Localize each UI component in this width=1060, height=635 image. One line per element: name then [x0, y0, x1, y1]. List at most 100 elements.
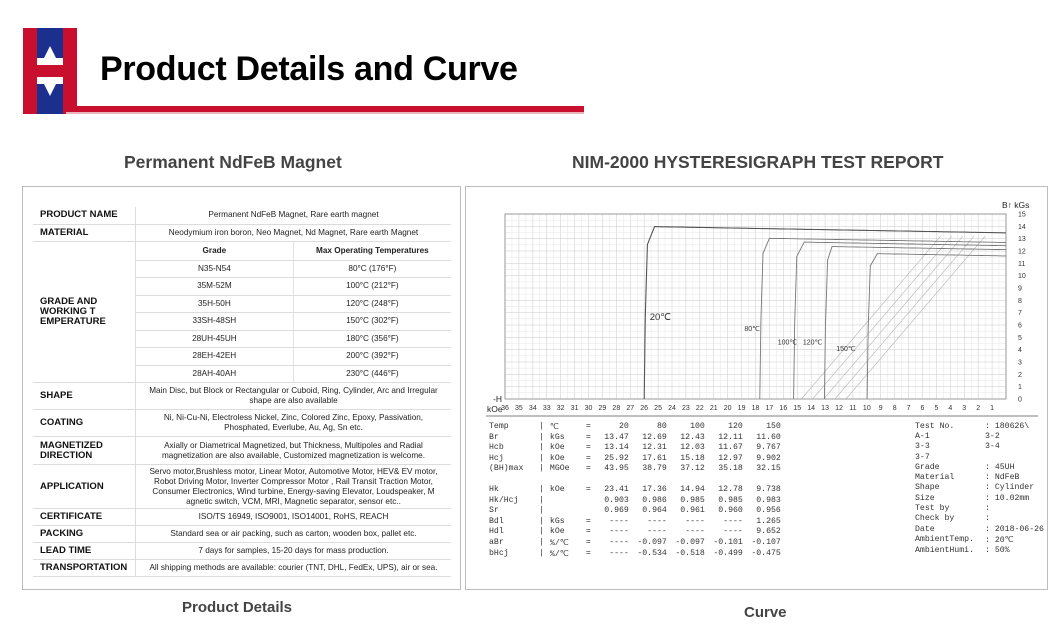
grade-column-header: Grade [135, 241, 294, 261]
report-row: (BH)max | MGOe = 43.95 38.79 37.12 35.18 32.15 [486, 464, 784, 475]
x-tick-label: 17 [766, 405, 774, 412]
x-tick-label: 6 [921, 405, 925, 412]
logo-blue-bottom-left [37, 84, 50, 114]
report-cell [583, 506, 594, 517]
report-cell: 43.95 [604, 464, 629, 474]
product-details-caption: Product Details [182, 599, 293, 616]
info-row: AmbientHumi.: 50% [913, 545, 1046, 555]
spec-label: MATERIAL [33, 224, 136, 242]
report-cell: 15.18 [680, 453, 705, 463]
report-cell: 17.36 [642, 485, 667, 495]
report-cell: | [539, 443, 544, 453]
report-cell: 150 [766, 422, 781, 431]
grade-value: 28AH-40AH [135, 365, 294, 383]
report-cell: Hk [489, 485, 499, 495]
y-tick-label: 3 [1018, 360, 1022, 367]
report-cell: kGs [549, 516, 565, 526]
report-cell: ---- [647, 527, 667, 537]
report-cell: 0.986 [642, 495, 667, 505]
report-cell: 38.79 [642, 464, 667, 474]
x-axis-label-unit: kOe [487, 404, 503, 414]
report-row: Temp | ℃ = 20 80 100 120 150 [486, 421, 784, 432]
y-tick-label: 12 [1018, 249, 1026, 256]
x-tick-label: 7 [907, 405, 911, 412]
spec-label: PACKING [33, 525, 136, 543]
spec-label: SHAPE [33, 382, 136, 410]
report-row: bHcj | %/℃ = ---- -0.534 -0.518 -0.499 -0.475 [486, 548, 784, 559]
report-cell: = [585, 549, 591, 558]
x-tick-label: 4 [948, 405, 952, 412]
report-cell: 0.964 [642, 506, 667, 516]
info-label: 3-3 [915, 442, 930, 452]
info-label: Size [915, 493, 935, 503]
y-tick-label: 8 [1018, 298, 1022, 305]
y-tick-label: 4 [1018, 347, 1022, 354]
report-cell: 0.969 [604, 506, 629, 516]
title-underline-shadow [66, 112, 584, 114]
temp-value: 230°C (446°F) [293, 365, 451, 383]
report-row: Br | kGs = 13.47 12.69 12.43 12.11 11.60 [486, 432, 784, 443]
report-cell [547, 474, 583, 485]
spec-row: LEAD TIME 7 days for samples, 15-20 days … [33, 542, 451, 560]
report-cell: ---- [609, 516, 629, 526]
spec-value: All shipping methods are available: cour… [135, 559, 451, 577]
info-label: Check by [915, 514, 955, 524]
report-cell: 32.15 [756, 464, 781, 474]
report-cell: 13.47 [604, 432, 629, 442]
spec-row: SHAPE Main Disc, but Block or Rectangular… [33, 382, 451, 410]
report-cell: | [539, 485, 544, 495]
info-value: : [985, 504, 990, 514]
report-cell: 37.12 [680, 464, 705, 474]
x-tick-label: 35 [515, 405, 523, 412]
report-cell: = [585, 453, 591, 463]
report-cell: | [539, 432, 544, 442]
y-tick-label: 10 [1018, 273, 1026, 280]
x-tick-label: 29 [599, 405, 607, 412]
x-tick-label: 34 [529, 405, 537, 412]
report-cell: -0.101 [713, 538, 743, 547]
x-tick-label: 32 [557, 405, 565, 412]
info-row: Material: NdFeB [913, 472, 1046, 482]
temp-value: 100°C (212°F) [293, 277, 451, 296]
report-cell: ---- [609, 538, 629, 547]
curve-label: 20℃ [650, 312, 672, 323]
y-tick-label: 1 [1018, 384, 1022, 391]
report-heading: NIM-2000 HYSTERESIGRAPH TEST REPORT [572, 152, 944, 172]
info-row: Size: 10.02mm [913, 493, 1046, 503]
spec-value: Ni, Ni-Cu-Ni, Electroless Nickel, Zinc, … [135, 409, 451, 437]
x-tick-label: 22 [696, 405, 704, 412]
report-cell: 35.18 [718, 464, 743, 474]
report-cell: = [585, 485, 591, 495]
x-tick-label: 25 [654, 405, 662, 412]
report-cell: ---- [609, 527, 629, 537]
spec-label: MAGNETIZED DIRECTION [33, 436, 136, 465]
x-tick-label: 18 [752, 405, 760, 412]
spec-row: MAGNETIZED DIRECTION Axially or Diametric… [33, 436, 451, 465]
report-cell: Hk/Hcj [489, 495, 519, 505]
report-cell: -0.097 [637, 538, 667, 547]
report-cell: 25.92 [604, 453, 629, 463]
x-tick-label: 23 [682, 405, 690, 412]
report-row: Hdl | kOe = ---- ---- ---- ---- 9.652 [486, 527, 784, 538]
y-tick-label: 5 [1018, 335, 1022, 342]
report-cell [547, 495, 583, 506]
report-cell [746, 474, 784, 485]
report-cell [583, 495, 594, 506]
report-cell: 0.903 [604, 495, 629, 505]
info-value: 3-2 [985, 431, 1000, 441]
report-cell: ℃ [549, 423, 560, 432]
report-cell: 12.43 [680, 432, 705, 442]
report-cell: 12.69 [642, 432, 667, 442]
x-tick-label: 19 [738, 405, 746, 412]
curve-caption: Curve [744, 604, 787, 621]
report-cell: | [539, 495, 544, 505]
report-cell: = [585, 422, 591, 431]
product-details-panel: PRODUCT NAME Permanent NdFeB Magnet, Rare… [22, 186, 461, 590]
grade-label: GRADE AND WORKING T EMPERATURE [33, 241, 136, 383]
info-value: : Cylinder [985, 483, 1035, 493]
x-tick-label: 2 [976, 405, 980, 412]
info-label: Date [915, 524, 935, 534]
info-label: Test No. [915, 421, 955, 431]
report-cell: | [539, 506, 544, 516]
info-value: : [985, 514, 990, 524]
